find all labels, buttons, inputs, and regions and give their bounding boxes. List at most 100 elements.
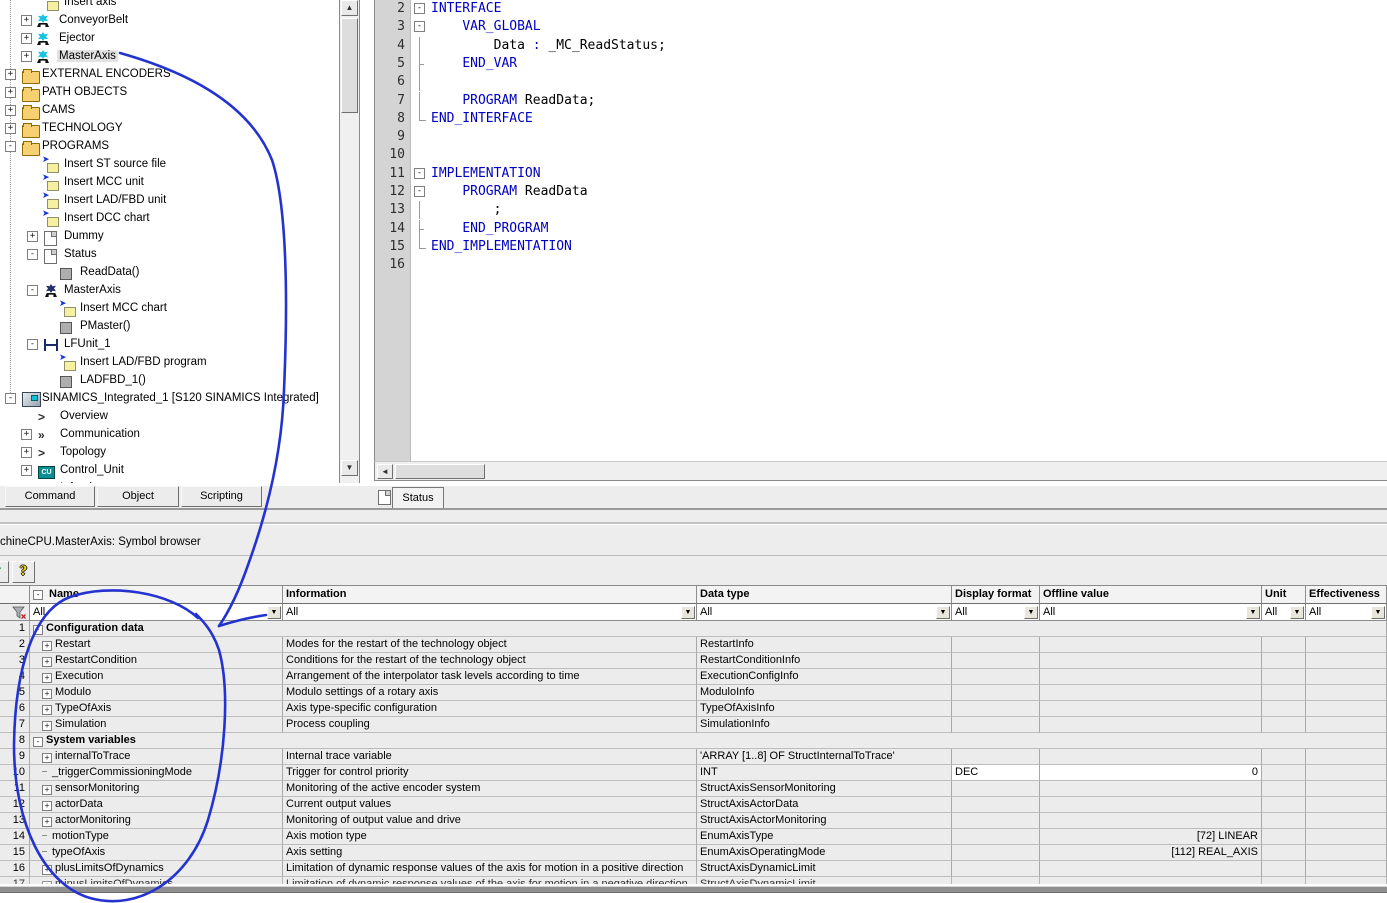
unit-cell[interactable] [1262,685,1306,701]
tab-command-library[interactable]: Command library [5,486,95,507]
unit-cell[interactable] [1262,653,1306,669]
tab-status[interactable]: Status [392,487,444,509]
display-format-cell[interactable] [952,701,1040,717]
effectiveness-cell[interactable] [1306,861,1387,877]
column-header-name[interactable]: -Name [30,586,283,604]
offline-value-cell[interactable] [1040,669,1262,685]
tree-item-topology[interactable]: +>Topology [0,444,338,462]
group-row-cell[interactable]: -Configuration data [30,621,1387,637]
row-number[interactable]: 4 [0,669,30,685]
tree-item-programs[interactable]: -PROGRAMS [0,138,338,156]
name-cell[interactable]: +RestartCondition [30,653,283,669]
plus-expand-box[interactable]: + [42,817,52,827]
offline-value-cell[interactable] [1040,749,1262,765]
data-type-cell[interactable]: StructAxisSensorMonitoring [697,781,952,797]
table-row-configuration-data[interactable]: 1-Configuration data [0,621,1387,637]
offline-value-cell[interactable] [1040,637,1262,653]
table-row-actordata[interactable]: 12+actorDataCurrent output valuesStructA… [0,797,1387,813]
table-row-modulo[interactable]: 5+ModuloModulo settings of a rotary axis… [0,685,1387,701]
display-format-cell[interactable] [952,845,1040,861]
tree-item-communication[interactable]: +»Communication [0,426,338,444]
code-line-2[interactable]: INTERFACE [431,0,501,18]
plus-expand-box[interactable]: + [42,705,52,715]
display-format-cell[interactable] [952,877,1040,884]
plus-expand-box[interactable]: + [21,15,32,26]
filter-value[interactable]: All [697,606,936,618]
effectiveness-cell[interactable] [1306,669,1387,685]
tree-item-insert-mcc-unit[interactable]: Insert MCC unit [0,174,338,192]
plus-expand-box[interactable]: + [21,33,32,44]
unit-cell[interactable] [1262,877,1306,884]
column-header-offline-value[interactable]: Offline value [1040,586,1262,604]
display-format-cell[interactable]: DEC [952,765,1040,781]
offline-value-cell[interactable]: [112] REAL_AXIS [1040,845,1262,861]
table-row-typeofaxis[interactable]: 6+TypeOfAxisAxis type-specific configura… [0,701,1387,717]
fold-marker[interactable]: - [414,21,425,32]
collapse-all-box[interactable]: - [33,590,43,600]
row-number[interactable]: 15 [0,845,30,861]
tree-item-external-encoders[interactable]: +EXTERNAL ENCODERS [0,66,338,84]
unit-cell[interactable] [1262,861,1306,877]
effectiveness-cell[interactable] [1306,829,1387,845]
display-format-cell[interactable] [952,653,1040,669]
filter-dropdown-button[interactable]: ▼ [267,606,281,619]
name-cell[interactable]: +Execution [30,669,283,685]
offline-value-cell[interactable] [1040,861,1262,877]
name-cell[interactable]: +TypeOfAxis [30,701,283,717]
code-line-8[interactable]: END_INTERFACE [431,110,533,128]
tree-item-ejector[interactable]: +Ejector [0,30,338,48]
display-format-cell[interactable] [952,781,1040,797]
unit-cell[interactable] [1262,669,1306,685]
table-row-actormonitoring[interactable]: 13+actorMonitoringMonitoring of output v… [0,813,1387,829]
minus-expand-box[interactable]: - [27,249,38,260]
scroll-left-button[interactable]: ◄ [377,464,393,479]
effectiveness-cell[interactable] [1306,813,1387,829]
display-format-cell[interactable] [952,669,1040,685]
filter-value[interactable]: All [30,606,267,618]
filter-dropdown-button[interactable]: ▼ [936,606,950,619]
row-number[interactable]: 10 [0,765,30,781]
table-row-internaltotrace[interactable]: 9+internalToTraceInternal trace variable… [0,749,1387,765]
filter-value[interactable]: All [283,606,681,618]
effectiveness-cell[interactable] [1306,717,1387,733]
display-format-cell[interactable] [952,637,1040,653]
data-type-cell[interactable]: StructAxisActorData [697,797,952,813]
tree-item-masteraxis[interactable]: +MasterAxis [0,48,338,66]
display-format-cell[interactable] [952,861,1040,877]
data-type-cell[interactable]: 'ARRAY [1..8] OF StructInternalToTrace' [697,749,952,765]
filter-dropdown-button[interactable]: ▼ [1290,606,1304,619]
table-row-minuslimitsofdynamics[interactable]: 17+minusLimitsOfDynamicsLimitation of dy… [0,877,1387,884]
tree-item-pmaster[interactable]: PMaster() [0,318,338,336]
column-header-display-format[interactable]: Display format [952,586,1040,604]
plus-expand-box[interactable]: + [5,69,16,80]
filter-value[interactable]: All [952,606,1024,618]
column-header-unit[interactable]: Unit [1262,586,1306,604]
information-cell[interactable]: Modes for the restart of the technology … [283,637,697,653]
display-format-cell[interactable] [952,829,1040,845]
plus-expand-box[interactable]: + [42,785,52,795]
information-cell[interactable]: Arrangement of the interpolator task lev… [283,669,697,685]
code-line-5[interactable]: END_VAR [431,55,517,73]
row-number[interactable]: 2 [0,637,30,653]
plus-expand-box[interactable]: + [27,231,38,242]
row-number[interactable]: 7 [0,717,30,733]
information-cell[interactable]: Trigger for control priority [283,765,697,781]
effectiveness-cell[interactable] [1306,765,1387,781]
display-format-cell[interactable] [952,797,1040,813]
plus-expand-box[interactable]: + [21,465,32,476]
unit-cell[interactable] [1262,717,1306,733]
table-row-pluslimitsofdynamics[interactable]: 16+plusLimitsOfDynamicsLimitation of dyn… [0,861,1387,877]
code-line-4[interactable]: Data : _MC_ReadStatus; [431,37,666,55]
tree-item-insert-axis[interactable]: Insert axis [0,0,338,12]
effectiveness-cell[interactable] [1306,845,1387,861]
filter-dropdown-button[interactable]: ▼ [1246,606,1260,619]
name-cell[interactable]: +actorData [30,797,283,813]
code-line-7[interactable]: PROGRAM ReadData; [431,92,595,110]
display-format-cell[interactable] [952,685,1040,701]
unit-cell[interactable] [1262,749,1306,765]
effectiveness-cell[interactable] [1306,797,1387,813]
code-line-14[interactable]: END_PROGRAM [431,220,548,238]
tree-item-insert-mcc-chart[interactable]: Insert MCC chart [0,300,338,318]
name-cell[interactable]: +sensorMonitoring [30,781,283,797]
data-type-cell[interactable]: RestartConditionInfo [697,653,952,669]
